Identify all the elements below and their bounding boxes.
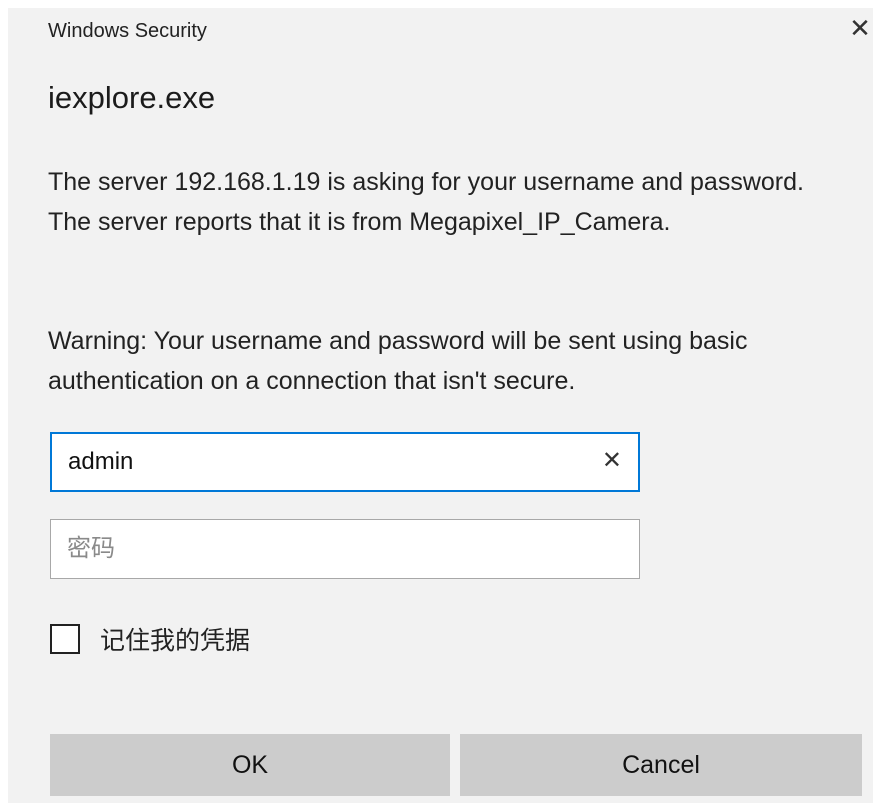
- server-message: The server 192.168.1.19 is asking for yo…: [48, 168, 804, 236]
- remember-checkbox[interactable]: [50, 624, 80, 654]
- close-icon[interactable]: ✕: [847, 8, 873, 48]
- remember-label: 记住我的凭据: [100, 627, 251, 655]
- app-name: iexplore.exe: [48, 80, 216, 115]
- remember-credentials[interactable]: 记住我的凭据: [50, 622, 250, 656]
- username-field: ✕: [50, 432, 640, 492]
- password-input[interactable]: [51, 520, 639, 578]
- clear-icon[interactable]: ✕: [602, 434, 622, 490]
- credential-dialog: Windows Security ✕ iexplore.exe The serv…: [8, 8, 873, 803]
- password-field: [50, 519, 640, 579]
- ok-button[interactable]: OK: [50, 734, 450, 796]
- security-warning: Warning: Your username and password will…: [48, 327, 748, 395]
- window-title: Windows Security: [48, 20, 207, 42]
- username-input[interactable]: [52, 434, 638, 490]
- cancel-button[interactable]: Cancel: [460, 734, 862, 796]
